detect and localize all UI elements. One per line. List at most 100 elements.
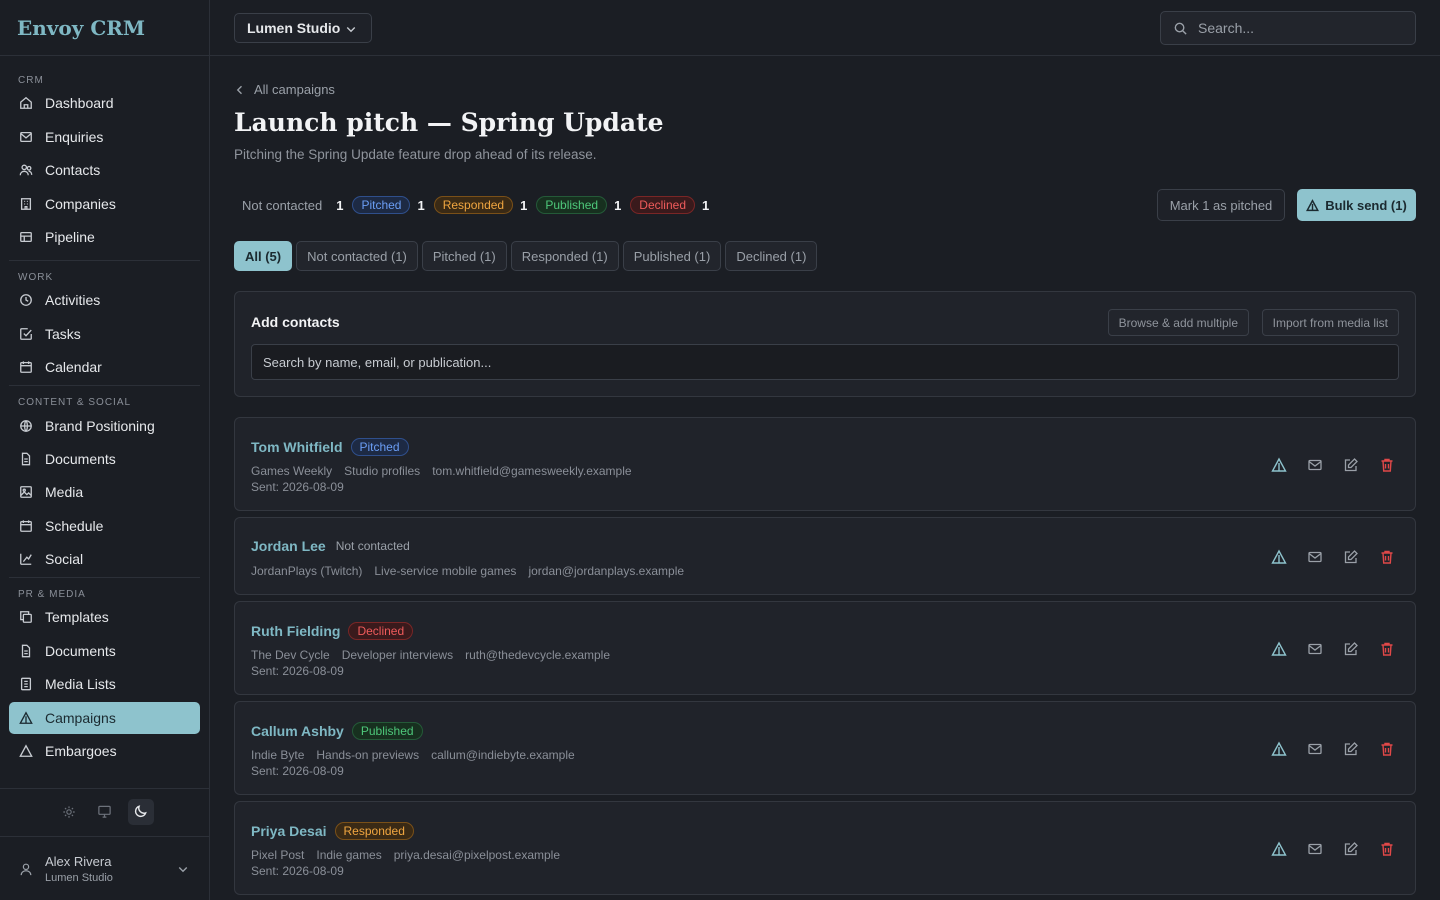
contact-name[interactable]: Tom Whitfield (251, 439, 343, 455)
breadcrumb[interactable]: All campaigns (234, 82, 335, 97)
theme-system-button[interactable] (92, 799, 118, 825)
contact-card: Tom Whitfield Pitched Games Weekly Studi… (234, 417, 1416, 511)
import-media-list-button[interactable]: Import from media list (1261, 309, 1399, 336)
contact-card: Priya Desai Responded Pixel Post Indie g… (234, 801, 1416, 895)
mark-pitched-button[interactable]: Mark 1 as pitched (1157, 189, 1285, 221)
tab-declined[interactable]: Declined (1) (725, 241, 818, 271)
mail-icon[interactable] (1307, 641, 1323, 657)
sidebar-item-label: Brand Positioning (45, 417, 155, 434)
sidebar-item-label: Calendar (45, 359, 102, 376)
contact-name[interactable]: Callum Ashby (251, 723, 344, 739)
nav-section-label: PR & MEDIA (18, 589, 86, 601)
contact-beat: Indie games (316, 848, 382, 862)
tab-pitched[interactable]: Pitched (1) (421, 241, 507, 271)
search-icon (1174, 22, 1187, 35)
tab-published[interactable]: Published (1) (622, 241, 722, 271)
contact-name[interactable]: Priya Desai (251, 823, 327, 839)
mail-icon[interactable] (1307, 549, 1323, 565)
trash-icon[interactable] (1379, 641, 1395, 657)
trash-icon[interactable] (1379, 741, 1395, 757)
status-badge: Declined (348, 622, 414, 640)
sidebar-item-brand-positioning[interactable]: Brand Positioning (9, 410, 200, 442)
contact-beat: Live-service mobile games (374, 564, 517, 578)
edit-icon[interactable] (1343, 641, 1359, 657)
sidebar-item-embargoes[interactable]: Embargoes (9, 735, 200, 767)
send-pitch-icon[interactable] (1271, 741, 1287, 757)
workspace-switcher[interactable]: Lumen Studio (234, 13, 372, 43)
clock-icon (20, 294, 32, 307)
contact-email: tom.whitfield@gamesweekly.example (432, 464, 632, 478)
tab-not-contacted[interactable]: Not contacted (1) (296, 241, 418, 271)
sidebar-item-pr-documents[interactable]: Documents (9, 635, 200, 667)
page-title: Launch pitch — Spring Update (234, 108, 664, 137)
inbox-icon (20, 131, 32, 142)
send-pitch-icon[interactable] (1271, 457, 1287, 473)
stat-count: 1 (417, 197, 425, 213)
contact-card: Ruth Fielding Declined The Dev Cycle Dev… (234, 601, 1416, 695)
sidebar-item-social[interactable]: Social (9, 543, 200, 575)
global-search (1160, 11, 1416, 45)
edit-icon[interactable] (1343, 549, 1359, 565)
sidebar-item-contacts[interactable]: Contacts (9, 154, 200, 186)
breadcrumb-link[interactable]: All campaigns (254, 82, 335, 97)
bulk-send-label: Bulk send (1) (1325, 197, 1407, 213)
top-bar: Lumen Studio (210, 0, 1440, 56)
edit-icon[interactable] (1343, 841, 1359, 857)
sidebar-item-label: Embargoes (45, 743, 117, 760)
sent-date: Sent: 2026-08-09 (251, 864, 344, 878)
stat-count: 1 (520, 197, 528, 213)
bulk-send-button[interactable]: Bulk send (1) (1297, 189, 1416, 221)
contact-name[interactable]: Ruth Fielding (251, 623, 340, 639)
sidebar-item-calendar[interactable]: Calendar (9, 351, 200, 383)
contact-outlet: JordanPlays (Twitch) (251, 564, 363, 578)
send-pitch-icon[interactable] (1271, 641, 1287, 657)
sidebar-item-documents[interactable]: Documents (9, 443, 200, 475)
status-badge: Published (351, 722, 423, 740)
share-icon (20, 553, 32, 565)
edit-icon[interactable] (1343, 741, 1359, 757)
sidebar-item-schedule[interactable]: Schedule (9, 510, 200, 542)
user-menu[interactable]: Alex Rivera Lumen Studio (0, 836, 209, 900)
tab-all[interactable]: All (5) (234, 241, 293, 271)
calendar-icon (20, 361, 32, 374)
sidebar-item-dashboard[interactable]: Dashboard (9, 87, 200, 119)
send-pitch-icon[interactable] (1271, 841, 1287, 857)
trash-icon[interactable] (1379, 841, 1395, 857)
sidebar-item-label: Schedule (45, 517, 104, 534)
contact-outlet: Games Weekly (251, 464, 333, 478)
sidebar-item-media[interactable]: Media (9, 476, 200, 508)
contact-beat: Studio profiles (344, 464, 421, 478)
calendar-icon (20, 520, 32, 532)
sidebar-item-pipeline[interactable]: Pipeline (9, 221, 200, 253)
mail-icon[interactable] (1307, 841, 1323, 857)
contact-email: ruth@thedevcycle.example (465, 648, 611, 662)
sidebar-item-media-lists[interactable]: Media Lists (9, 668, 200, 700)
sidebar-item-tasks[interactable]: Tasks (9, 318, 200, 350)
theme-light-button[interactable] (56, 799, 82, 825)
trash-icon[interactable] (1379, 549, 1395, 565)
app-logo[interactable]: Envoy CRM (0, 0, 209, 56)
sidebar-item-campaigns[interactable]: Campaigns (9, 701, 200, 734)
tab-responded[interactable]: Responded (1) (510, 241, 619, 271)
trash-icon[interactable] (1379, 457, 1395, 473)
theme-dark-button[interactable] (127, 798, 154, 825)
mail-icon[interactable] (1307, 457, 1323, 473)
contact-outlet: Pixel Post (251, 848, 305, 862)
search-input[interactable] (1198, 20, 1398, 36)
sidebar-item-label: Social (45, 551, 84, 568)
send-pitch-icon[interactable] (1271, 549, 1287, 565)
sidebar-item-templates[interactable]: Templates (9, 601, 200, 633)
sidebar-item-label: Dashboard (45, 95, 114, 112)
contact-beat: Developer interviews (341, 648, 454, 662)
edit-icon[interactable] (1343, 457, 1359, 473)
contact-search-input[interactable] (251, 344, 1399, 380)
browse-add-multiple-button[interactable]: Browse & add multiple (1107, 309, 1249, 336)
sidebar-item-activities[interactable]: Activities (9, 284, 200, 316)
sidebar-item-enquiries[interactable]: Enquiries (9, 121, 200, 153)
stat-count: 1 (702, 197, 710, 213)
status-filter-tabs: All (5) Not contacted (1) Pitched (1) Re… (234, 241, 818, 271)
contact-name[interactable]: Jordan Lee (251, 538, 326, 554)
contact-actions (1271, 841, 1395, 857)
mail-icon[interactable] (1307, 741, 1323, 757)
sidebar-item-companies[interactable]: Companies (9, 188, 200, 220)
